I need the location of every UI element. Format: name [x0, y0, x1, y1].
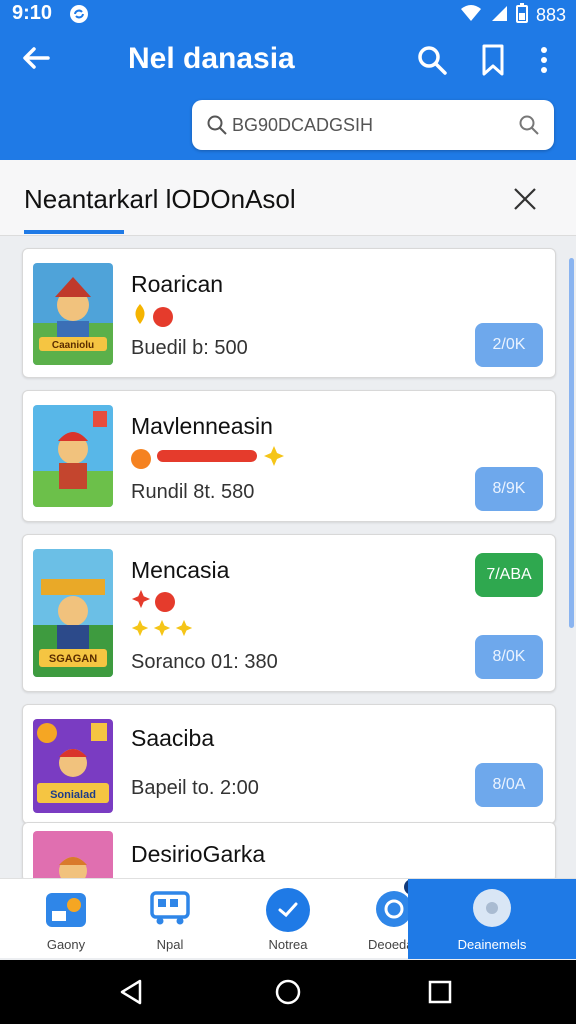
nav-item-notrea[interactable]: Notrea: [238, 879, 338, 959]
progress-bar-icon: [155, 446, 259, 471]
coin-icon: [131, 448, 151, 469]
active-tab-indicator: [24, 230, 124, 234]
action-button[interactable]: 8/0A: [475, 763, 543, 807]
rating-row: [131, 445, 285, 472]
search-input[interactable]: [232, 110, 492, 140]
action-button[interactable]: 8/9K: [475, 467, 543, 511]
back-icon[interactable]: [118, 978, 146, 1011]
star-rating: [131, 619, 193, 642]
app-bar: Nel danasia: [0, 30, 576, 92]
search-icon[interactable]: [416, 44, 448, 81]
back-arrow-icon[interactable]: [20, 42, 52, 79]
game-thumbnail: Caaniolu: [33, 263, 113, 365]
star-icon: [263, 445, 285, 472]
game-thumbnail: [33, 405, 113, 507]
bottom-navigation: Gaony Npal Notrea 57 Deoeday Deainemels: [0, 878, 576, 959]
medal-icon: [153, 306, 173, 327]
bookmark-icon[interactable]: [480, 44, 506, 81]
item-name: Roarican: [131, 271, 224, 297]
nav-label: Gaony: [46, 937, 86, 952]
app-title: Nel danasia: [128, 42, 295, 75]
item-name: Mencasia: [131, 557, 230, 583]
thumbnail-caption: Sonialad: [50, 789, 96, 801]
list-item[interactable]: Mavlenneasin Rundil 8t. 580 8/9K: [22, 390, 556, 522]
status-time: 9:10: [12, 2, 53, 24]
check-circle-icon: [265, 887, 311, 936]
action-button[interactable]: 2/0K: [475, 323, 543, 367]
battery-icon: [515, 3, 528, 28]
more-vert-icon[interactable]: [536, 44, 552, 81]
nav-label: Notrea: [268, 937, 308, 952]
nav-label: Npal: [156, 937, 184, 952]
item-meta: Soranco 01: 380: [131, 651, 278, 673]
medal-icon: [155, 591, 175, 612]
sync-icon: [68, 3, 90, 31]
star-icon: [131, 619, 149, 642]
game-thumbnail: Sonialad: [33, 719, 113, 813]
item-name: Saaciba: [131, 725, 215, 751]
item-name: DesirioGarka: [131, 841, 266, 867]
star-icon: [175, 619, 193, 642]
system-navigation-bar: [0, 960, 576, 1024]
top-app-bar: 9:10 883 Nel danasia: [0, 0, 576, 160]
item-name: Mavlenneasin: [131, 413, 273, 439]
nav-label: Deainemels: [457, 937, 527, 952]
nav-item-npal[interactable]: Npal: [120, 879, 220, 959]
flame-icon: [131, 303, 149, 330]
rating-row: [131, 589, 175, 614]
puzzle-icon: [44, 887, 88, 934]
item-meta: Buedil b: 500: [131, 337, 248, 359]
wifi-icon: [460, 4, 482, 27]
battery-level: 883: [535, 5, 566, 25]
thumbnail-caption: SGAGAN: [49, 653, 97, 665]
disc-icon: [471, 887, 513, 932]
status-badge[interactable]: 7/ABA: [475, 553, 543, 597]
home-icon[interactable]: [274, 978, 302, 1011]
game-thumbnail: [33, 831, 113, 883]
search-icon: [206, 114, 228, 141]
search-icon[interactable]: [518, 114, 540, 141]
star-icon: [153, 619, 171, 642]
signal-icon: [490, 4, 508, 27]
action-button[interactable]: 8/0K: [475, 635, 543, 679]
item-meta: Bapeil to. 2:00: [131, 777, 259, 799]
recents-icon[interactable]: [426, 978, 454, 1011]
nav-item-gaony[interactable]: Gaony: [16, 879, 116, 959]
section-header: Neantarkarl lODOnAsol: [0, 160, 576, 236]
list-item[interactable]: Sonialad Saaciba Bapeil to. 2:00 8/0A: [22, 704, 556, 824]
item-meta: Rundil 8t. 580: [131, 481, 255, 503]
close-icon[interactable]: [512, 186, 538, 217]
search-box[interactable]: [192, 100, 554, 150]
star-icon: [131, 589, 151, 614]
rating-row: [131, 303, 173, 330]
status-bar: 9:10 883: [0, 0, 576, 28]
list-item[interactable]: DesirioGarka: [22, 822, 556, 883]
bus-icon: [148, 887, 192, 930]
game-thumbnail: SGAGAN: [33, 549, 113, 677]
thumbnail-caption: Caaniolu: [52, 340, 94, 351]
scrollbar[interactable]: [569, 258, 574, 628]
nav-item-deainemels[interactable]: Deainemels: [408, 879, 576, 959]
section-heading: Neantarkarl lODOnAsol: [24, 184, 296, 214]
list-item[interactable]: Caaniolu Roarican Buedil b: 500 2/0K: [22, 248, 556, 378]
list-item[interactable]: SGAGAN Mencasia Soranco 01: 380 7/ABA 8/…: [22, 534, 556, 692]
